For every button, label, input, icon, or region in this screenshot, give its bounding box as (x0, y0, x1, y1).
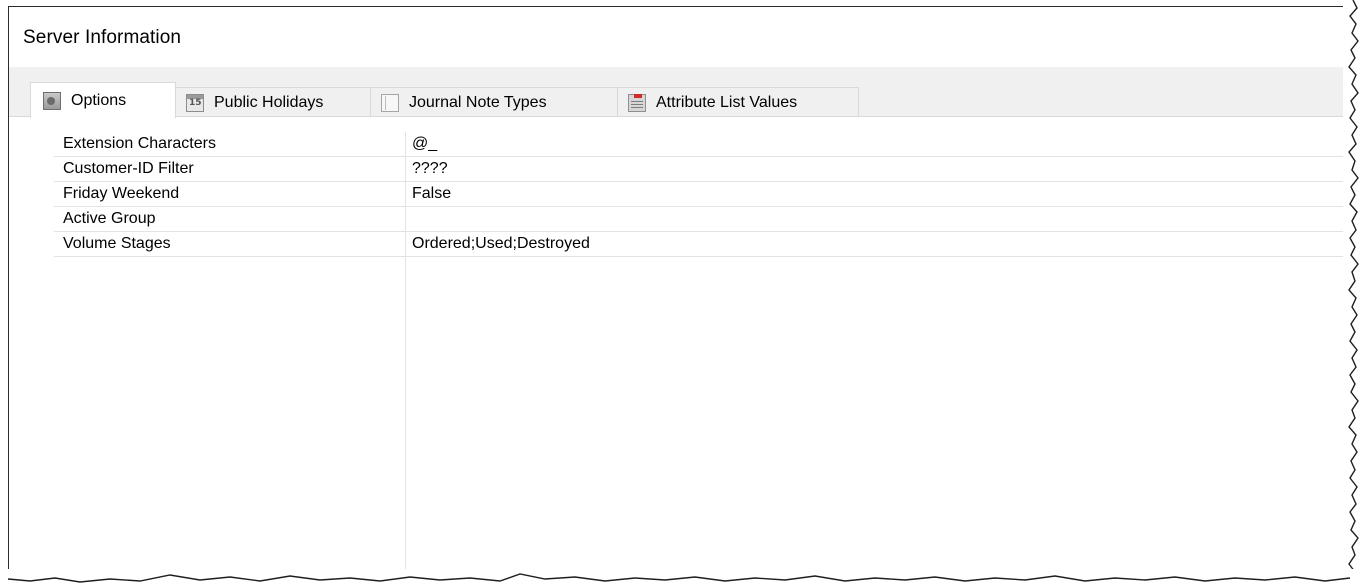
property-row-extension-characters[interactable]: Extension Characters @_ (54, 132, 1354, 157)
tab-options-label: Options (71, 91, 127, 109)
property-value[interactable]: @_ (412, 135, 437, 153)
title-bar: Server Information (9, 7, 1354, 67)
property-name: Active Group (63, 210, 156, 227)
property-row-active-group[interactable]: Active Group (54, 207, 1354, 232)
options-tab-panel: Extension Characters @_ Customer-ID Filt… (9, 117, 1354, 583)
tab-public-holidays-label: Public Holidays (214, 93, 324, 111)
list-icon (628, 93, 646, 112)
property-value[interactable]: False (412, 185, 451, 203)
journal-icon (381, 93, 399, 112)
property-name: Extension Characters (63, 135, 216, 152)
property-grid: Extension Characters @_ Customer-ID Filt… (54, 132, 1354, 583)
torn-edge-right (1343, 0, 1370, 586)
property-row-customer-id-filter[interactable]: Customer-ID Filter ???? (54, 157, 1354, 182)
property-value[interactable]: ???? (412, 160, 448, 178)
torn-edge-bottom (0, 569, 1370, 586)
tab-journal-note-types-label: Journal Note Types (409, 93, 547, 111)
window-title: Server Information (23, 27, 182, 48)
tab-journal-note-types[interactable]: Journal Note Types (370, 87, 618, 117)
tab-attribute-list-values[interactable]: Attribute List Values (617, 87, 859, 117)
property-name: Customer-ID Filter (63, 160, 194, 177)
tab-attribute-list-values-label: Attribute List Values (656, 93, 798, 111)
options-icon (43, 91, 61, 110)
tab-strip: Options Public Holidays Journal Note Typ… (9, 67, 1354, 118)
calendar-icon (186, 93, 204, 112)
property-name: Friday Weekend (63, 185, 180, 202)
server-information-window: Server Information Options Public Holida… (8, 6, 1354, 583)
tab-public-holidays[interactable]: Public Holidays (175, 87, 371, 117)
property-row-friday-weekend[interactable]: Friday Weekend False (54, 182, 1354, 207)
property-value[interactable]: Ordered;Used;Destroyed (412, 235, 590, 253)
property-row-volume-stages[interactable]: Volume Stages Ordered;Used;Destroyed (54, 232, 1354, 257)
property-name: Volume Stages (63, 235, 171, 252)
tab-options[interactable]: Options (30, 82, 176, 118)
